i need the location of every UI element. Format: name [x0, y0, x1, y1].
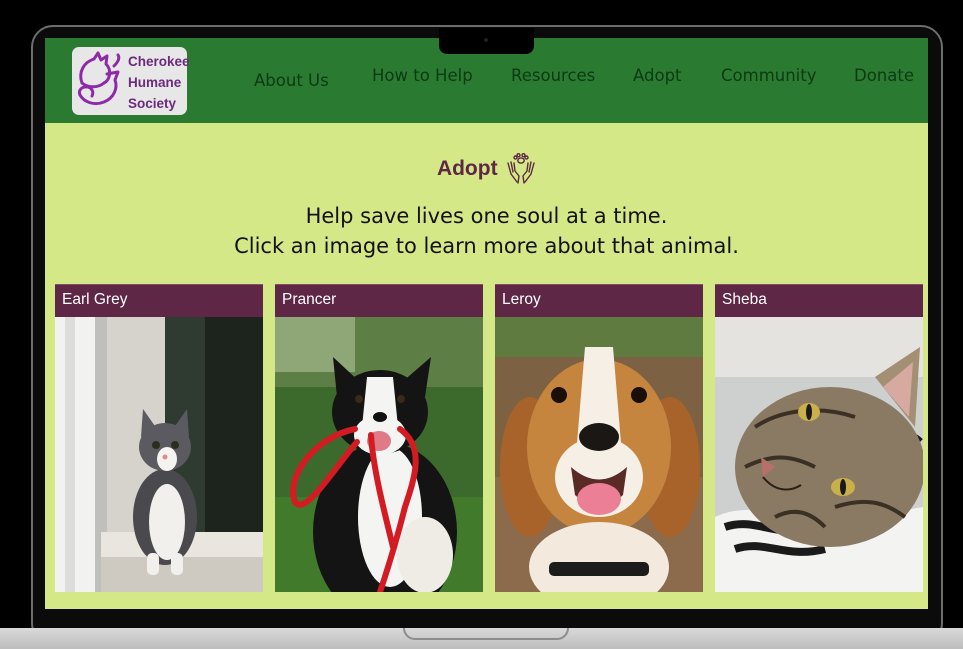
laptop-camera-notch	[439, 28, 534, 54]
org-name-line-1: Cherokee	[128, 54, 190, 69]
browser-viewport: Cherokee Humane Society About Us How to …	[45, 38, 928, 609]
animal-card-sheba[interactable]: Sheba	[715, 284, 923, 592]
border-collie-image	[275, 317, 483, 592]
site-logo[interactable]: Cherokee Humane Society	[72, 47, 190, 115]
nav-how-to-help[interactable]: How to Help	[372, 66, 473, 85]
org-name-line-3: Society	[128, 96, 177, 111]
beagle-image	[495, 317, 703, 592]
hands-holding-paw-icon	[507, 153, 535, 184]
animal-card-earl-grey[interactable]: Earl Grey	[55, 284, 263, 592]
page-title: Adopt	[436, 157, 498, 180]
cat-dog-logo-icon	[78, 51, 121, 106]
kitten-image	[55, 317, 263, 592]
camera-icon	[484, 38, 488, 42]
tabby-cat-photo[interactable]	[715, 317, 923, 592]
page-title-row: Adopt	[45, 153, 928, 185]
org-name: Cherokee Humane Society	[128, 51, 190, 114]
border-collie-with-red-leash-photo[interactable]	[275, 317, 483, 592]
nav-about-us[interactable]: About Us	[254, 71, 329, 90]
animal-card-leroy[interactable]: Leroy	[495, 284, 703, 592]
nav-donate[interactable]: Donate	[854, 66, 914, 85]
tagline-primary: Help save lives one soul at a time.	[305, 204, 668, 228]
animal-card-prancer[interactable]: Prancer	[275, 284, 483, 592]
tabby-cat-image	[715, 317, 923, 592]
nav-resources[interactable]: Resources	[511, 66, 595, 85]
laptop-base-groove	[403, 628, 569, 640]
org-name-line-2: Humane	[128, 75, 182, 90]
animal-name: Sheba	[715, 284, 923, 317]
animal-name: Prancer	[275, 284, 483, 317]
animal-name: Earl Grey	[55, 284, 263, 317]
beagle-photo[interactable]	[495, 317, 703, 592]
nav-community[interactable]: Community	[721, 66, 817, 85]
tagline-secondary: Click an image to learn more about that …	[234, 234, 739, 258]
gray-white-kitten-photo[interactable]	[55, 317, 263, 592]
animal-name: Leroy	[495, 284, 703, 317]
nav-adopt[interactable]: Adopt	[633, 66, 682, 85]
